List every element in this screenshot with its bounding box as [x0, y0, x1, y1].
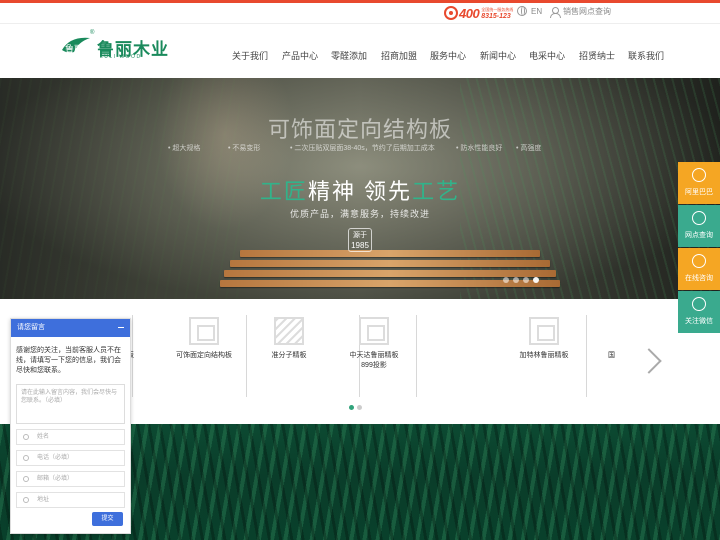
float-online-chat[interactable]: 在线咨询 — [678, 248, 720, 290]
header-divider — [0, 23, 720, 24]
hotline-digits: 8315-123 — [481, 13, 511, 20]
product-pagination — [349, 405, 362, 410]
hero-banner[interactable]: 可饰面定向结构板 • 超大规格 • 不易变形 • 二次压贴双层面38-40s，节… — [0, 78, 720, 299]
float-label: 阿里巴巴 — [685, 189, 713, 196]
nav-contact[interactable]: 联系我们 — [628, 49, 664, 62]
float-alibaba[interactable]: 阿里巴巴 — [678, 162, 720, 204]
chat-widget: 请您留言 感谢您的关注，当前客服人员不在线，请填写一下您的信息，我们会尽快和您联… — [10, 318, 131, 534]
product-card[interactable]: 中天达鲁丽精板 899投影 — [318, 315, 430, 397]
hotline-caption: 全国统一服务热线 — [481, 7, 514, 12]
hotline-prefix: 400 — [459, 5, 480, 21]
nav-zero-formaldehyde[interactable]: 零醛添加 — [331, 49, 367, 62]
banner-boards-image — [220, 250, 560, 299]
address-placeholder: 地址 — [37, 497, 50, 503]
product-name: 国 — [608, 352, 615, 359]
nav-procurement[interactable]: 电采中心 — [529, 49, 565, 62]
banner-title: 可饰面定向结构板 — [267, 117, 452, 142]
chat-message: 感谢您的关注，当前客服人员不在线，请填写一下您的信息，我们会尽快和您联系。 — [16, 347, 121, 374]
float-sidebar: 阿里巴巴 网点查询 在线咨询 关注微信 — [678, 162, 720, 334]
banner-feature: • 二次压贴双层面38-40s，节约了后期加工成本 — [290, 145, 435, 152]
product-icon — [189, 317, 219, 345]
name-field[interactable]: 姓名 — [16, 429, 125, 445]
banner-dot[interactable] — [513, 277, 519, 283]
phone-field[interactable]: 电话（必填） — [16, 450, 125, 466]
product-subname: 899投影 — [361, 362, 387, 369]
submit-button[interactable]: 提交 — [92, 512, 123, 526]
globe-icon — [517, 6, 527, 16]
product-dot[interactable] — [357, 405, 362, 410]
phone-icon — [23, 455, 29, 461]
phone-icon — [444, 6, 458, 20]
nav-careers[interactable]: 招贤纳士 — [579, 49, 615, 62]
since-label: 源于 — [353, 232, 367, 239]
banner-slogan: 工匠精神 领先工艺 — [0, 174, 720, 206]
hotline-number: 全国统一服务热线 8315-123 — [481, 6, 513, 20]
product-card[interactable]: 加特林鲁丽精板 — [488, 315, 600, 397]
product-name: 中天达鲁丽精板 — [349, 352, 399, 359]
email-icon — [23, 476, 29, 482]
language-switch[interactable]: EN — [517, 6, 542, 16]
slogan-highlight-1: 工匠 — [259, 179, 308, 204]
slogan-middle: 精神 领先 — [307, 179, 413, 204]
chat-icon — [692, 254, 706, 268]
product-icon — [359, 317, 389, 345]
float-label: 网点查询 — [685, 232, 713, 239]
sales-network-link[interactable]: 销售网点查询 — [550, 6, 611, 18]
banner-pagination — [503, 277, 539, 283]
float-outlet-search[interactable]: 网点查询 — [678, 205, 720, 247]
nav-products[interactable]: 产品中心 — [282, 49, 318, 62]
banner-feature: • 不易变形 — [228, 145, 261, 152]
sales-network-label: 销售网点查询 — [563, 7, 611, 16]
nav-service[interactable]: 服务中心 — [430, 49, 466, 62]
phone-placeholder: 电话（必填） — [37, 455, 74, 461]
since-year: 1985 — [351, 241, 369, 250]
alibaba-icon — [692, 168, 706, 182]
banner-sub-slogan: 优质产品，满意服务，持续改进 — [289, 209, 430, 219]
hotline[interactable]: 400 全国统一服务热线 8315-123 — [444, 3, 513, 23]
chevron-right-icon[interactable] — [640, 347, 660, 377]
banner-features: • 超大规格 • 不易变形 • 二次压贴双层面38-40s，节约了后期加工成本 … — [0, 143, 720, 155]
float-label: 在线咨询 — [685, 275, 713, 282]
language-label: EN — [531, 6, 543, 16]
email-placeholder: 邮箱（必填） — [37, 476, 74, 482]
message-textarea[interactable]: 请在此输入留言内容，我们会尽快与您联系。（必填） — [16, 384, 125, 424]
product-name: 加特林鲁丽精板 — [519, 352, 569, 359]
product-dot-active[interactable] — [349, 405, 354, 410]
email-field[interactable]: 邮箱（必填） — [16, 471, 125, 487]
nav-news[interactable]: 新闻中心 — [480, 49, 516, 62]
utility-bar: 400 全国统一服务热线 8315-123 EN 销售网点查询 — [0, 3, 720, 23]
banner-dot[interactable] — [523, 277, 529, 283]
banner-feature: • 超大规格 — [168, 145, 201, 152]
main-nav: 关于我们 产品中心 零醛添加 招商加盟 服务中心 新闻中心 电采中心 招贤纳士 … — [0, 49, 720, 63]
product-card[interactable]: 国 — [602, 315, 622, 397]
registered-icon: ® — [90, 30, 95, 36]
location-icon — [23, 497, 29, 503]
nav-about[interactable]: 关于我们 — [232, 49, 268, 62]
minimize-icon[interactable] — [118, 327, 124, 328]
nav-franchise[interactable]: 招商加盟 — [381, 49, 417, 62]
product-icon — [529, 317, 559, 345]
location-icon — [692, 211, 706, 225]
address-field[interactable]: 地址 — [16, 492, 125, 508]
wechat-icon — [692, 297, 706, 311]
slogan-highlight-2: 工艺 — [412, 179, 461, 204]
product-icon — [274, 317, 304, 345]
person-icon — [23, 434, 29, 440]
float-label: 关注微信 — [685, 318, 713, 325]
banner-dot-active[interactable] — [533, 277, 539, 283]
banner-feature: • 高强度 — [516, 145, 542, 152]
since-badge: 源于 1985 — [348, 228, 372, 252]
float-wechat[interactable]: 关注微信 — [678, 291, 720, 333]
user-icon — [550, 6, 561, 18]
name-placeholder: 姓名 — [37, 434, 50, 440]
chat-header: 请您留言 — [11, 319, 130, 337]
banner-feature: • 防水性能良好 — [456, 145, 503, 152]
banner-dot[interactable] — [503, 277, 509, 283]
chat-title: 请您留言 — [17, 324, 45, 331]
